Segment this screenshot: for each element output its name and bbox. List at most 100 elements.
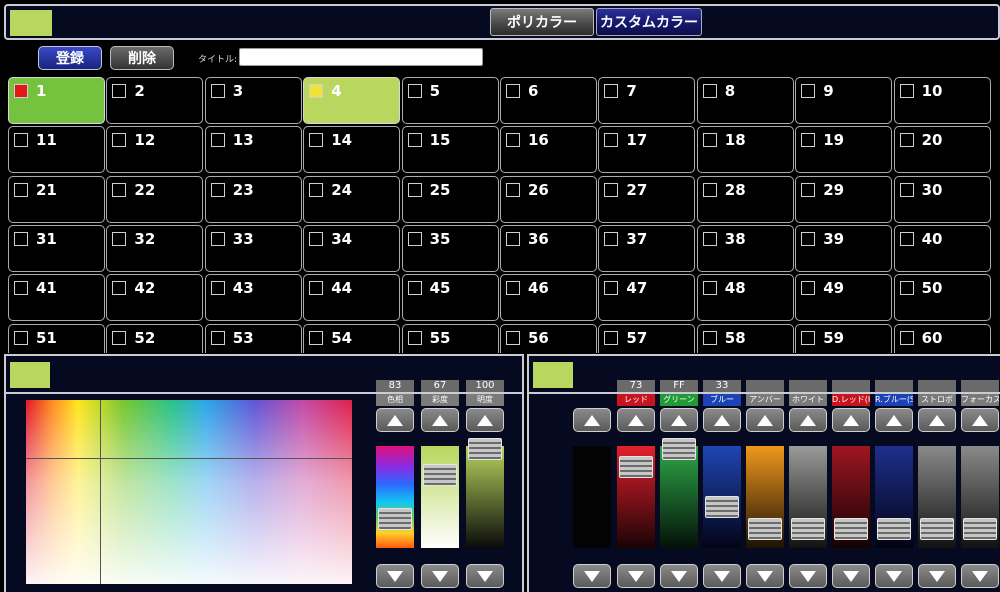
color-cell[interactable]: 20 — [893, 126, 991, 174]
amber-down-button[interactable] — [746, 564, 784, 588]
green-down-button[interactable] — [660, 564, 698, 588]
color-cell[interactable]: 32 — [106, 224, 204, 272]
color-cell[interactable]: 12 — [106, 126, 204, 174]
color-cell[interactable]: 45 — [401, 274, 499, 322]
color-cell[interactable]: 4 — [303, 77, 401, 124]
color-cell[interactable]: 57 — [598, 323, 696, 353]
royal_blue-up-button[interactable] — [875, 408, 913, 432]
color-cell[interactable]: 58 — [696, 323, 794, 353]
white-up-button[interactable] — [789, 408, 827, 432]
strobe-slider-thumb[interactable] — [920, 518, 954, 540]
brightness-up-button[interactable] — [466, 408, 504, 432]
delete-button[interactable]: 削除 — [110, 46, 174, 70]
color-cell[interactable]: 21 — [8, 175, 105, 223]
color-cell[interactable]: 59 — [795, 323, 893, 353]
color-cell[interactable]: 52 — [106, 323, 204, 353]
color-cell[interactable]: 38 — [696, 224, 794, 272]
brightness-slider-thumb[interactable] — [468, 438, 502, 460]
blank-up-button[interactable] — [573, 408, 611, 432]
green-up-button[interactable] — [660, 408, 698, 432]
blue-down-button[interactable] — [703, 564, 741, 588]
white-slider-track[interactable] — [789, 446, 827, 548]
register-button[interactable]: 登録 — [38, 46, 102, 70]
color-cell[interactable]: 42 — [106, 274, 204, 322]
color-cell[interactable]: 2 — [106, 77, 204, 124]
blue-up-button[interactable] — [703, 408, 741, 432]
color-cell[interactable]: 25 — [401, 175, 499, 223]
strobe-down-button[interactable] — [918, 564, 956, 588]
color-cell[interactable]: 55 — [401, 323, 499, 353]
color-cell[interactable]: 50 — [893, 274, 991, 322]
color-cell[interactable]: 35 — [401, 224, 499, 272]
color-cell[interactable]: 9 — [795, 77, 893, 124]
color-cell[interactable]: 18 — [696, 126, 794, 174]
color-cell[interactable]: 54 — [303, 323, 401, 353]
color-cell[interactable]: 28 — [696, 175, 794, 223]
color-cell[interactable]: 14 — [303, 126, 401, 174]
amber-slider-thumb[interactable] — [748, 518, 782, 540]
royal_blue-down-button[interactable] — [875, 564, 913, 588]
saturation-down-button[interactable] — [421, 564, 459, 588]
color-cell[interactable]: 1 — [8, 77, 105, 124]
color-cell[interactable]: 30 — [893, 175, 991, 223]
hue-slider-track[interactable] — [376, 446, 414, 548]
color-cell[interactable]: 11 — [8, 126, 105, 174]
red-slider-thumb[interactable] — [619, 456, 653, 478]
color-cell[interactable]: 19 — [795, 126, 893, 174]
color-cell[interactable]: 37 — [598, 224, 696, 272]
color-cell[interactable]: 33 — [204, 224, 302, 272]
focus-slider-track[interactable] — [961, 446, 999, 548]
color-cell[interactable]: 44 — [303, 274, 401, 322]
color-cell[interactable]: 56 — [500, 323, 597, 353]
strobe-up-button[interactable] — [918, 408, 956, 432]
color-cell[interactable]: 10 — [893, 77, 991, 124]
color-cell[interactable]: 26 — [500, 175, 597, 223]
focus-down-button[interactable] — [961, 564, 999, 588]
amber-up-button[interactable] — [746, 408, 784, 432]
red-slider-track[interactable] — [617, 446, 655, 548]
color-cell[interactable]: 40 — [893, 224, 991, 272]
blank-down-button[interactable] — [573, 564, 611, 588]
color-cell[interactable]: 48 — [696, 274, 794, 322]
tab-custom-color[interactable]: カスタムカラー — [596, 8, 702, 36]
hue-down-button[interactable] — [376, 564, 414, 588]
color-cell[interactable]: 27 — [598, 175, 696, 223]
royal_blue-slider-thumb[interactable] — [877, 518, 911, 540]
brightness-slider-track[interactable] — [466, 438, 504, 548]
color-cell[interactable]: 15 — [401, 126, 499, 174]
saturation-up-button[interactable] — [421, 408, 459, 432]
color-cell[interactable]: 17 — [598, 126, 696, 174]
color-cell[interactable]: 60 — [893, 323, 991, 353]
saturation-slider-thumb[interactable] — [423, 464, 457, 486]
hue-up-button[interactable] — [376, 408, 414, 432]
color-cell[interactable]: 5 — [401, 77, 499, 124]
color-cell[interactable]: 23 — [204, 175, 302, 223]
green-slider-thumb[interactable] — [662, 438, 696, 460]
color-cell[interactable]: 8 — [696, 77, 794, 124]
brightness-down-button[interactable] — [466, 564, 504, 588]
deep_red-slider-thumb[interactable] — [834, 518, 868, 540]
color-cell[interactable]: 43 — [204, 274, 302, 322]
deep_red-down-button[interactable] — [832, 564, 870, 588]
color-cell[interactable]: 46 — [500, 274, 597, 322]
strobe-slider-track[interactable] — [918, 446, 956, 548]
color-cell[interactable]: 47 — [598, 274, 696, 322]
blue-slider-thumb[interactable] — [705, 496, 739, 518]
color-cell[interactable]: 29 — [795, 175, 893, 223]
red-down-button[interactable] — [617, 564, 655, 588]
color-cell[interactable]: 7 — [598, 77, 696, 124]
green-slider-track[interactable] — [660, 438, 698, 548]
color-cell[interactable]: 36 — [500, 224, 597, 272]
color-cell[interactable]: 16 — [500, 126, 597, 174]
focus-slider-thumb[interactable] — [963, 518, 997, 540]
tab-poly-color[interactable]: ポリカラー — [490, 8, 594, 36]
color-cell[interactable]: 53 — [204, 323, 302, 353]
color-cell[interactable]: 6 — [500, 77, 597, 124]
red-up-button[interactable] — [617, 408, 655, 432]
amber-slider-track[interactable] — [746, 446, 784, 548]
color-cell[interactable]: 3 — [204, 77, 302, 124]
hue-slider-thumb[interactable] — [378, 508, 412, 530]
color-cell[interactable]: 41 — [8, 274, 105, 322]
focus-up-button[interactable] — [961, 408, 999, 432]
color-cell[interactable]: 49 — [795, 274, 893, 322]
